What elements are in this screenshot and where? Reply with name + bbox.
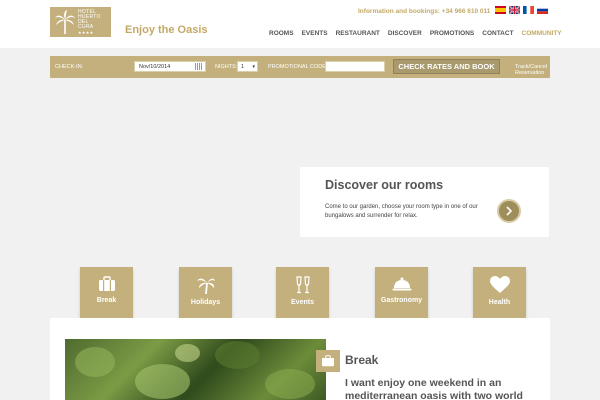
suitcase-icon <box>322 355 334 367</box>
palm-tree-icon <box>196 278 215 294</box>
break-suitcase-badge <box>316 350 340 372</box>
nights-value: 1 <box>241 64 245 70</box>
nav-promotions[interactable]: PROMOTIONS <box>430 30 474 37</box>
uk-flag-icon[interactable] <box>509 6 520 14</box>
booking-bar: CHECK-IN: Nov/10/2014 NIGHTS: 1 ▾ PROMOT… <box>50 56 550 78</box>
category-label: Holidays <box>190 299 221 306</box>
hotel-logo[interactable]: HOTEL HUERTO DEL CURA ★★★★ <box>50 7 111 37</box>
nav-restaurant[interactable]: RESTAURANT <box>336 30 380 37</box>
nav-discover[interactable]: DISCOVER <box>388 30 422 37</box>
category-tiles: Break Holidays Events Gastronomy Health <box>80 267 550 322</box>
promo-code-input[interactable] <box>325 61 385 72</box>
category-label: Events <box>291 299 314 306</box>
discover-arrow-button[interactable] <box>497 199 521 223</box>
discover-title: Discover our rooms <box>325 178 444 192</box>
suitcase-icon <box>98 276 115 291</box>
logo-wordmark: HOTEL HUERTO DEL CURA ★★★★ <box>78 8 101 35</box>
france-flag-icon[interactable] <box>523 6 534 14</box>
palm-logo-icon <box>55 10 75 34</box>
heart-icon <box>489 276 510 293</box>
language-flags <box>495 6 548 14</box>
discover-text: Come to our garden, choose your room typ… <box>325 204 478 219</box>
chevron-right-icon <box>506 206 513 216</box>
cloche-icon <box>392 277 411 291</box>
promo-label: PROMOTIONAL CODE: <box>268 64 328 70</box>
nights-label: NIGHTS: <box>215 64 238 70</box>
feature-section: Break I want enjoy one weekend in an med… <box>50 318 550 400</box>
category-label: Gastronomy <box>380 297 423 304</box>
category-gastronomy[interactable]: Gastronomy <box>375 267 428 319</box>
header: HOTEL HUERTO DEL CURA ★★★★ Enjoy the Oas… <box>0 0 600 48</box>
category-events[interactable]: Events <box>276 267 329 319</box>
checkin-label: CHECK-IN: <box>55 64 84 70</box>
booking-info: Information and bookings: +34 966 610 01… <box>358 8 491 15</box>
garden-photo <box>65 339 326 400</box>
category-label: Health <box>488 299 511 306</box>
category-holidays[interactable]: Holidays <box>179 267 232 319</box>
spain-flag-icon[interactable] <box>495 6 506 14</box>
nav-events[interactable]: EVENTS <box>302 30 328 37</box>
category-break[interactable]: Break <box>80 267 133 319</box>
nav-rooms[interactable]: ROOMS <box>269 30 294 37</box>
feature-text: I want enjoy one weekend in an mediterra… <box>345 377 523 400</box>
discover-rooms-panel: Discover our rooms Come to our garden, c… <box>300 167 549 237</box>
category-health[interactable]: Health <box>473 267 526 319</box>
calendar-icon[interactable] <box>195 63 203 70</box>
nav-contact[interactable]: CONTACT <box>482 30 513 37</box>
champagne-glasses-icon <box>295 276 310 294</box>
nights-select[interactable]: 1 ▾ <box>237 61 258 72</box>
feature-title: Break <box>345 353 379 367</box>
main-nav: ROOMS EVENTS RESTAURANT DISCOVER PROMOTI… <box>269 30 562 37</box>
check-rates-button[interactable]: CHECK RATES AND BOOK <box>393 59 500 74</box>
russia-flag-icon[interactable] <box>537 6 548 14</box>
chevron-down-icon: ▾ <box>252 64 255 70</box>
category-label: Break <box>96 297 117 304</box>
track-cancel-link[interactable]: Track/Cancel Reservation <box>515 64 550 76</box>
tagline: Enjoy the Oasis <box>125 24 208 36</box>
nav-community[interactable]: COMMUNITY <box>522 30 562 37</box>
